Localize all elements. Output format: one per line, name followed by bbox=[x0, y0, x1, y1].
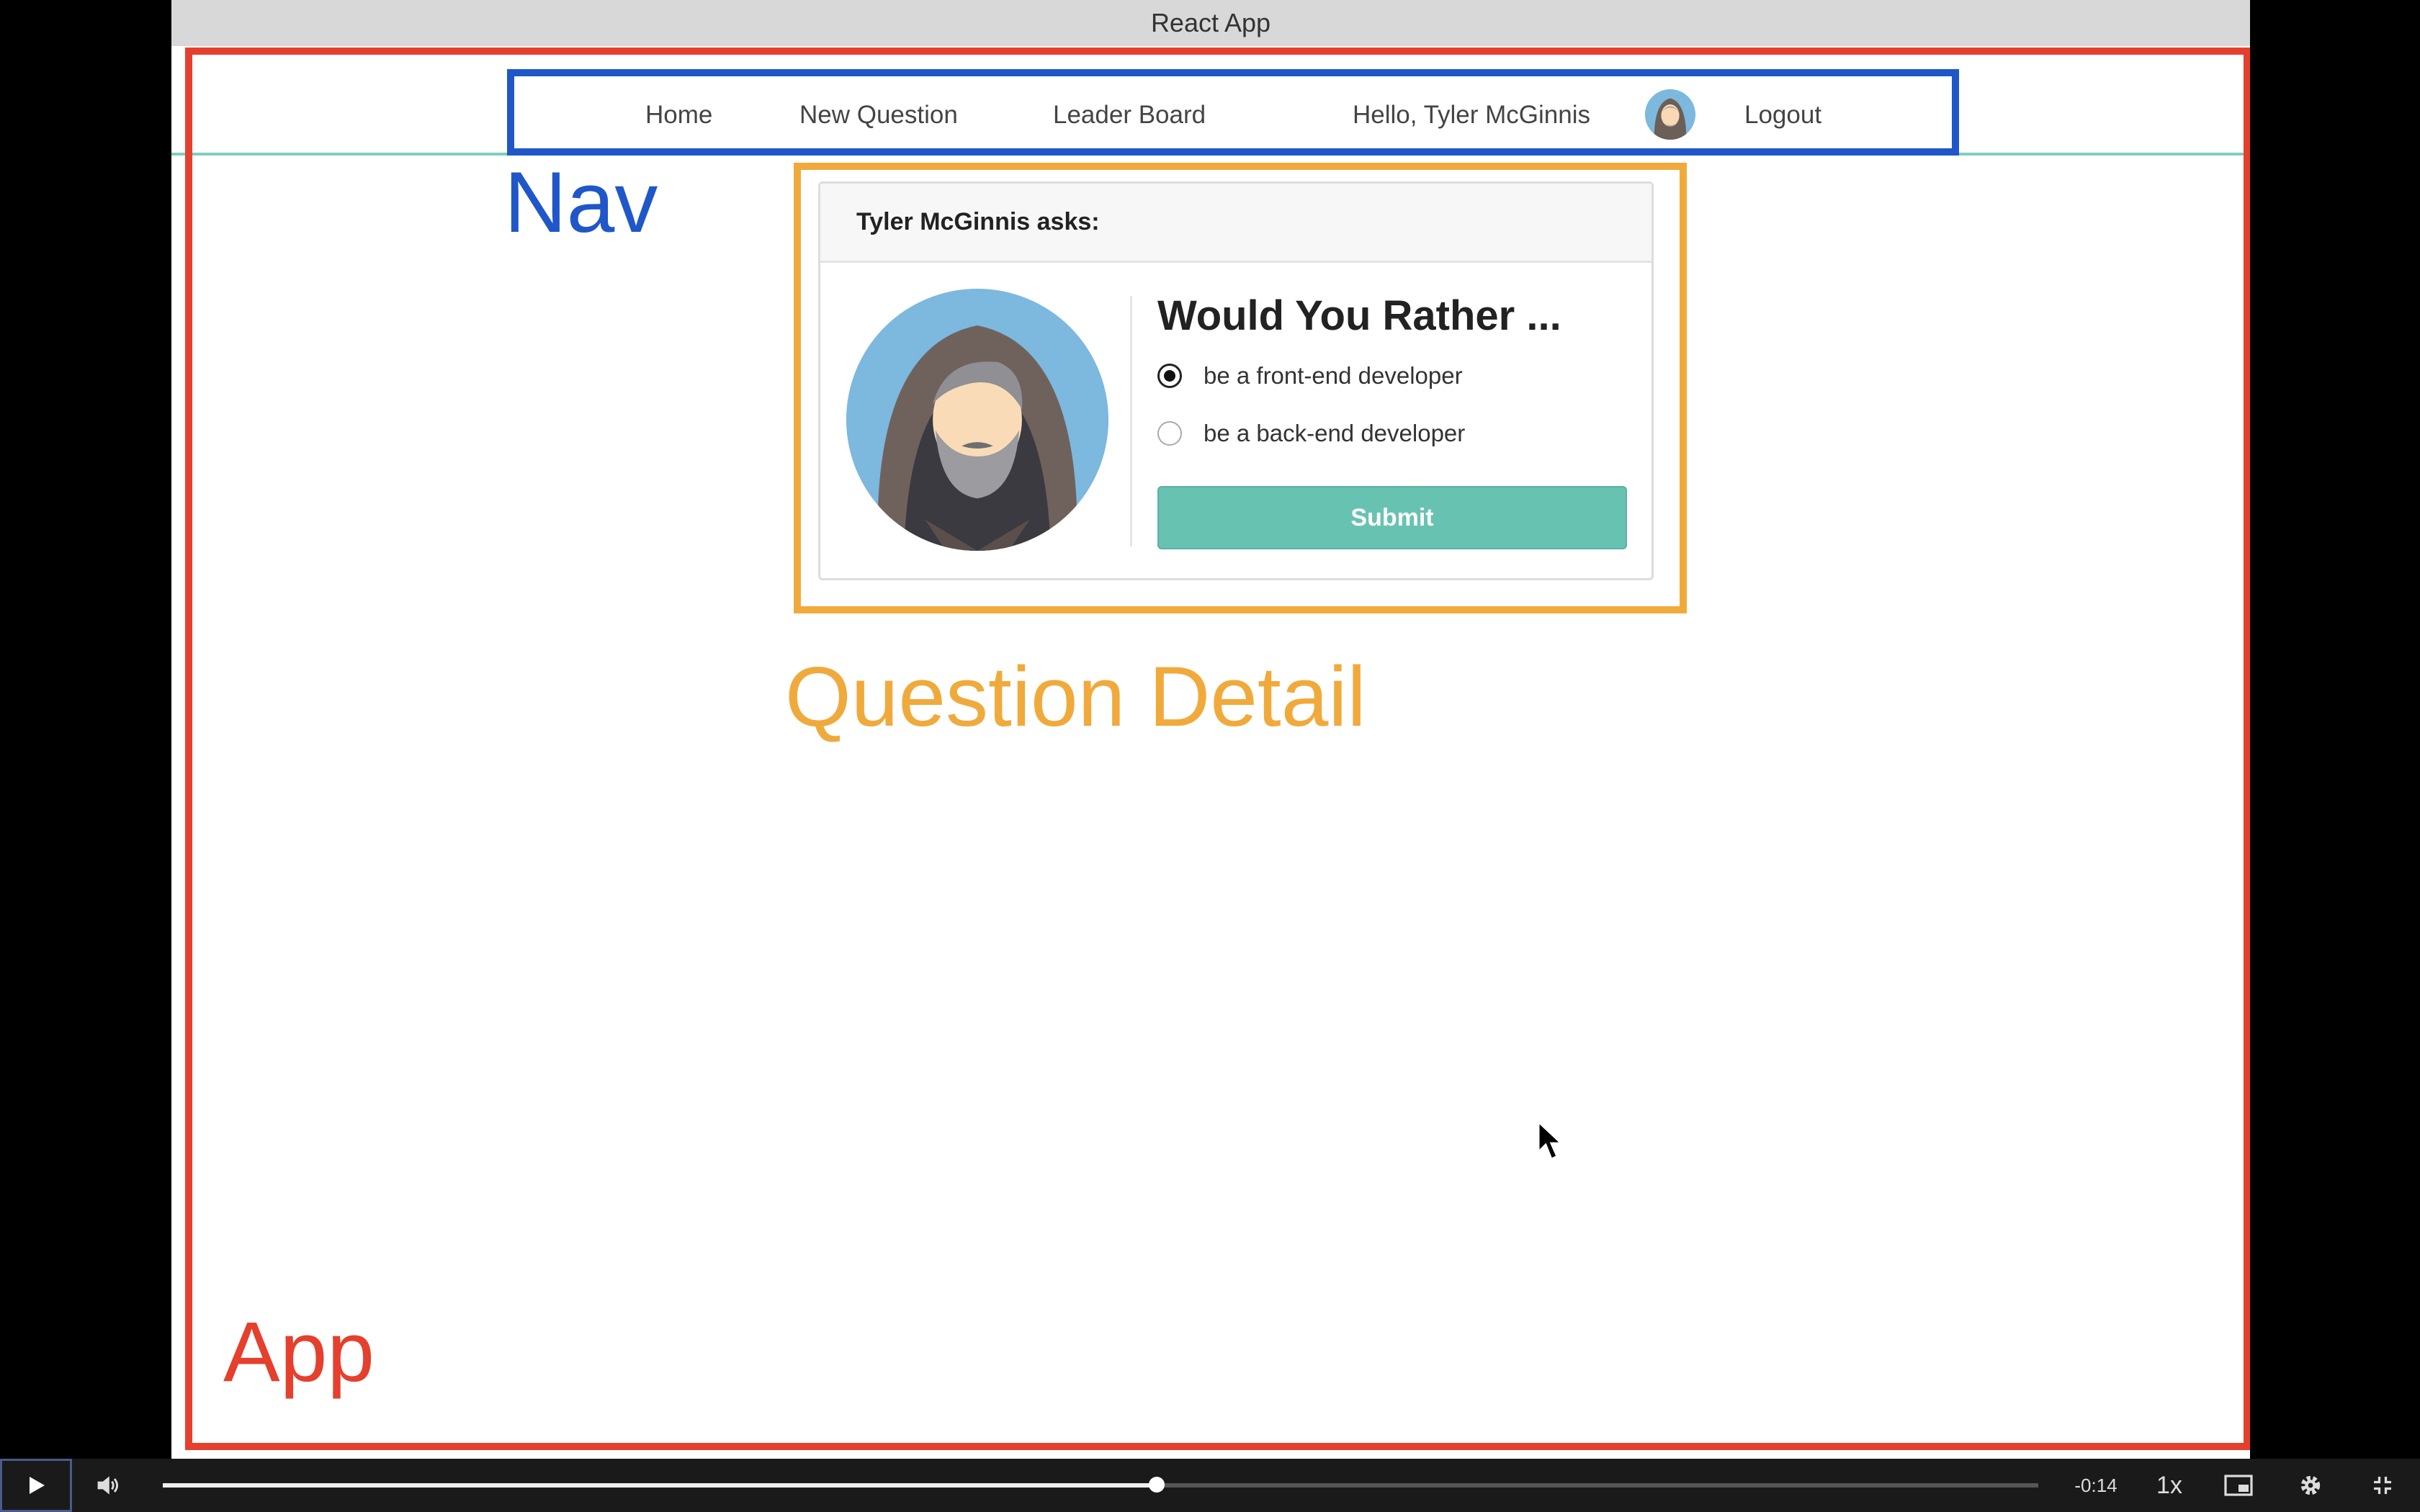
question-detail-annotation-label: Question Detail bbox=[785, 649, 1366, 744]
volume-icon bbox=[97, 1476, 119, 1495]
progress-bar[interactable] bbox=[163, 1477, 2038, 1493]
picture-in-picture-button[interactable] bbox=[2217, 1459, 2260, 1512]
play-icon bbox=[30, 1477, 45, 1494]
app-annotation-label: App bbox=[223, 1305, 375, 1400]
window-title: React App bbox=[1150, 8, 1271, 37]
progress-fill bbox=[163, 1483, 1157, 1488]
progress-handle[interactable] bbox=[1149, 1477, 1165, 1493]
picture-in-picture-icon bbox=[2224, 1475, 2253, 1496]
window-titlebar: React App bbox=[171, 0, 2250, 46]
exit-fullscreen-icon bbox=[2374, 1477, 2391, 1494]
question-detail-annotation-box bbox=[794, 163, 1687, 613]
volume-button[interactable] bbox=[86, 1459, 130, 1512]
play-button[interactable] bbox=[0, 1459, 72, 1512]
settings-icon bbox=[2300, 1475, 2321, 1495]
browser-window: React App Home New Question Leader Board… bbox=[171, 0, 2250, 1459]
exit-fullscreen-button[interactable] bbox=[2361, 1459, 2404, 1512]
settings-button[interactable] bbox=[2289, 1459, 2332, 1512]
nav-annotation-label: Nav bbox=[504, 154, 658, 251]
video-controls: -0:14 1x bbox=[0, 1459, 2420, 1512]
mouse-cursor-icon bbox=[1537, 1120, 1564, 1161]
nav-annotation-box bbox=[507, 69, 1959, 156]
playback-speed-button[interactable]: 1x bbox=[2143, 1459, 2195, 1512]
time-remaining: -0:14 bbox=[2074, 1474, 2118, 1496]
